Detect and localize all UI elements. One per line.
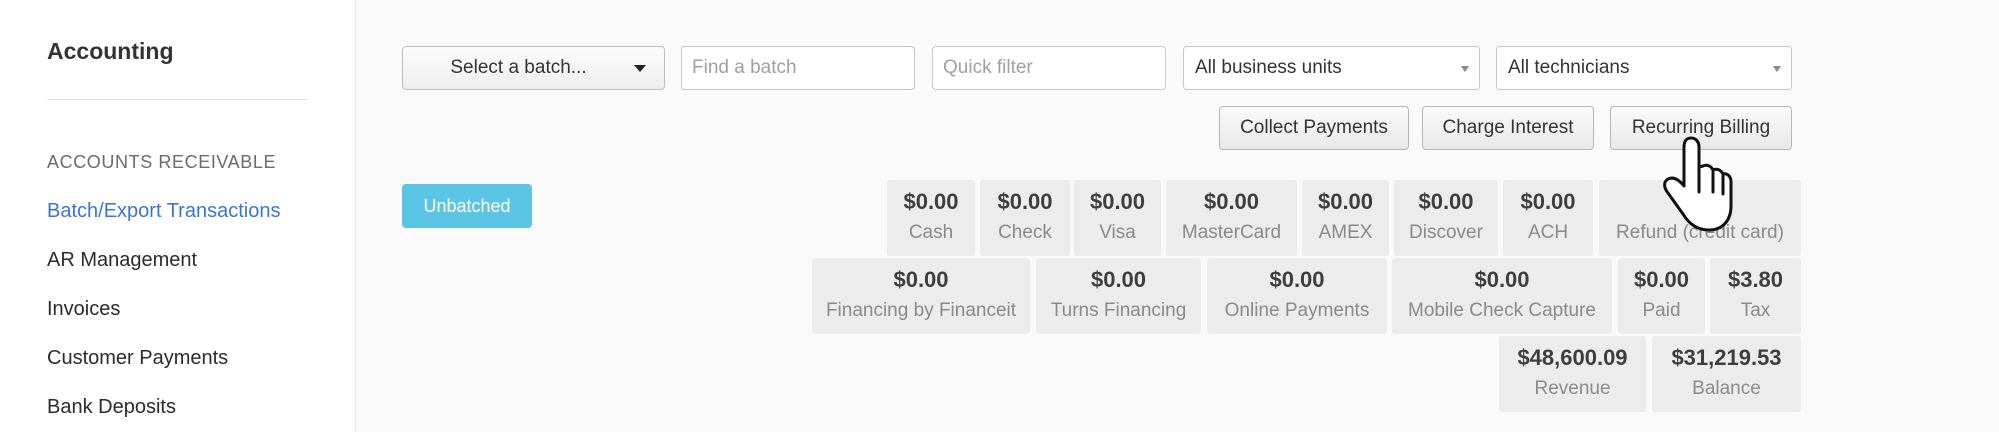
sidebar-item-ar-management[interactable]: AR Management	[47, 249, 197, 272]
total-amount: $0.00	[1203, 189, 1260, 214]
batch-select[interactable]: Select a batch...	[402, 46, 665, 90]
total-label: Mobile Check Capture	[1408, 300, 1596, 321]
total-label: Financing by Financeit	[825, 300, 1017, 321]
total-label: ACH	[1527, 222, 1569, 243]
total-tile-balance: $31,219.53 Balance	[1652, 336, 1801, 412]
total-amount: $0.00	[1317, 189, 1374, 214]
total-amount: $0.00	[903, 189, 959, 214]
total-amount: $0.00	[1090, 267, 1147, 292]
total-tile-turns-financing: $0.00 Turns Financing	[1036, 258, 1201, 334]
section-accounts-receivable: ACCOUNTS RECEIVABLE	[47, 152, 277, 172]
total-tile-ach: $0.00 ACH	[1503, 180, 1593, 256]
main-content: Select a batch... All business units All…	[357, 0, 1999, 432]
total-tile-visa: $0.00 Visa	[1074, 180, 1161, 256]
total-label: Balance	[1692, 378, 1761, 399]
total-amount: $0.00	[1089, 189, 1146, 214]
total-label: Tax	[1740, 300, 1771, 321]
batch-select-label: Select a batch...	[450, 57, 587, 78]
technicians-select[interactable]: All technicians	[1496, 46, 1792, 90]
sidebar-item-bank-deposits[interactable]: Bank Deposits	[47, 396, 176, 419]
total-label: Discover	[1409, 222, 1483, 243]
total-label: AMEX	[1318, 222, 1373, 243]
caret-down-icon	[634, 65, 646, 72]
total-tile-amex: $0.00 AMEX	[1302, 180, 1389, 256]
total-tile-mastercard: $0.00 MasterCard	[1166, 180, 1297, 256]
total-tile-paid: $0.00 Paid	[1618, 258, 1705, 334]
total-tile-discover: $0.00 Discover	[1394, 180, 1498, 256]
find-batch-input[interactable]	[681, 46, 915, 90]
total-amount: $0.00	[1269, 267, 1325, 292]
dropdown-arrow-icon	[1461, 66, 1469, 72]
total-label: Revenue	[1534, 378, 1611, 399]
hand-pointer-icon	[1653, 134, 1735, 239]
total-label: Turns Financing	[1050, 300, 1187, 321]
sidebar-item-batch-export[interactable]: Batch/Export Transactions	[47, 200, 280, 223]
dropdown-arrow-icon	[1773, 66, 1781, 72]
total-amount: $0.00	[1418, 189, 1474, 214]
collect-payments-button[interactable]: Collect Payments	[1219, 106, 1409, 150]
total-tile-cash: $0.00 Cash	[887, 180, 975, 256]
total-label: Visa	[1099, 222, 1136, 243]
total-tile-tax: $3.80 Tax	[1710, 258, 1801, 334]
charge-interest-button[interactable]: Charge Interest	[1422, 106, 1594, 150]
total-label: Check	[998, 222, 1052, 243]
unbatched-badge[interactable]: Unbatched	[402, 184, 532, 228]
total-amount: $3.80	[1727, 267, 1784, 292]
total-tile-mobile-check: $0.00 Mobile Check Capture	[1392, 258, 1612, 334]
sidebar-divider	[47, 99, 307, 100]
total-amount: $0.00	[1633, 267, 1690, 292]
technicians-value: All technicians	[1508, 57, 1630, 78]
total-amount: $0.00	[893, 267, 949, 292]
total-amount: $0.00	[997, 189, 1053, 214]
business-units-value: All business units	[1195, 57, 1342, 78]
business-units-select[interactable]: All business units	[1183, 46, 1480, 90]
total-tile-revenue: $48,600.09 Revenue	[1499, 336, 1646, 412]
total-tile-financeit: $0.00 Financing by Financeit	[812, 258, 1030, 334]
quick-filter-input[interactable]	[932, 46, 1166, 90]
sidebar-item-customer-payments[interactable]: Customer Payments	[47, 347, 228, 370]
total-label: Cash	[908, 222, 954, 243]
total-amount: $48,600.09	[1517, 345, 1628, 370]
sidebar-title: Accounting	[47, 38, 174, 64]
total-amount: $31,219.53	[1671, 345, 1782, 370]
total-label: Paid	[1642, 300, 1681, 321]
total-amount: $0.00	[1474, 267, 1530, 292]
total-tile-check: $0.00 Check	[980, 180, 1070, 256]
total-label: MasterCard	[1181, 222, 1282, 243]
sidebar-item-invoices[interactable]: Invoices	[47, 298, 120, 321]
total-label: Online Payments	[1224, 300, 1370, 321]
total-amount: $0.00	[1520, 189, 1576, 214]
sidebar: Accounting ACCOUNTS RECEIVABLE Batch/Exp…	[0, 0, 356, 432]
total-tile-online-payments: $0.00 Online Payments	[1207, 258, 1387, 334]
